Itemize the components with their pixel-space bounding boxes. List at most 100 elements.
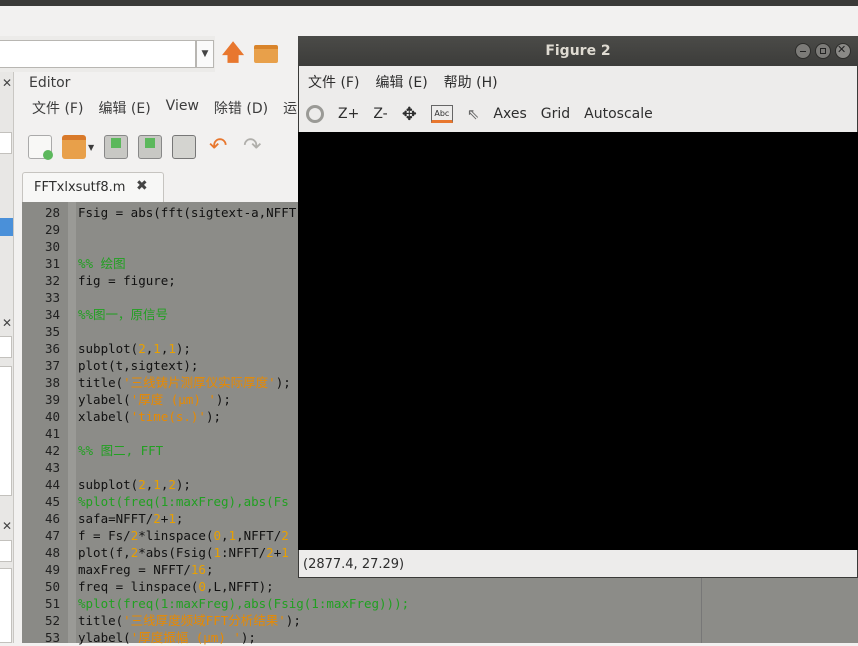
menu-edit[interactable]: 编辑 (E) [98, 98, 150, 118]
code-line[interactable]: maxFreg = NFFT/16; [78, 561, 213, 578]
new-file-icon[interactable] [28, 135, 53, 160]
folder-dropdown-button[interactable]: ▼ [196, 40, 214, 68]
maximize-button[interactable] [815, 43, 831, 59]
chevron-down-icon[interactable]: ▼ [88, 143, 94, 152]
redo-icon[interactable]: ↷ [240, 135, 264, 159]
code-token: %% 绘图 [78, 256, 126, 271]
code-token: ); [175, 477, 191, 492]
code-token: Fsig = abs(fft(sigtext-a,NFFT [78, 205, 297, 220]
menu-run[interactable]: 运 [283, 98, 297, 118]
save-as-icon[interactable] [138, 135, 163, 159]
code-line[interactable]: safa=NFFT/2+1; [78, 510, 183, 527]
code-line[interactable]: title('三线铸片测厚仪实际厚度'); [78, 374, 291, 391]
zoom-out-button[interactable]: Z- [373, 106, 387, 122]
dock-dropdown[interactable] [0, 132, 12, 154]
dock-list[interactable] [0, 568, 12, 643]
print-icon[interactable] [172, 135, 197, 159]
undo-icon[interactable]: ↶ [206, 135, 230, 159]
close-icon: ✕ [837, 43, 847, 56]
line-number: 52 [44, 613, 60, 628]
code-line[interactable]: subplot(2,1,2); [78, 476, 191, 493]
line-number: 50 [44, 579, 60, 594]
code-line[interactable]: title('三线厚度频域FFT分析结果'); [78, 612, 301, 629]
selected-file-marker[interactable] [0, 218, 13, 236]
code-line[interactable]: f = Fs/2*linspace(0,1,NFFT/2 [78, 527, 289, 544]
line-number: 41 [44, 426, 60, 441]
code-token: 1 [168, 341, 176, 356]
code-line[interactable]: %plot(freq(1:maxFreg),abs(Fsig(1:maxFreg… [78, 595, 409, 612]
menu-file[interactable]: 文件 (F) [32, 98, 83, 118]
code-token: 2 [168, 477, 176, 492]
editor-title: Editor [29, 75, 71, 91]
code-token: 0 [198, 579, 206, 594]
close-tab-icon[interactable]: ✖ [136, 178, 148, 194]
pointer-icon[interactable]: ⇖ [467, 105, 480, 123]
code-line[interactable]: fig = figure; [78, 272, 176, 289]
code-token: subplot( [78, 341, 139, 356]
figure-menubar: 文件 (F) 编辑 (E) 帮助 (H) [308, 72, 498, 92]
code-line[interactable]: subplot(2,1,1); [78, 340, 191, 357]
line-number: 37 [44, 358, 60, 373]
up-arrow-icon[interactable]: 🡅 [221, 42, 245, 66]
code-line[interactable]: Fsig = abs(fft(sigtext-a,NFFT [78, 204, 296, 221]
code-token: xlabel( [78, 409, 131, 424]
code-token: , [221, 528, 229, 543]
figure-menu-file[interactable]: 文件 (F) [308, 72, 359, 92]
code-line[interactable]: %%图一，原信号 [78, 306, 168, 323]
code-token: '三线铸片测厚仪实际厚度' [123, 375, 276, 390]
code-line[interactable]: freq = linspace(0,L,NFFT); [78, 578, 274, 595]
code-token: *linspace( [138, 528, 214, 543]
code-token: title( [78, 613, 124, 628]
folder-icon[interactable] [254, 45, 278, 63]
code-token: '三线厚度频域FFT分析结果' [123, 613, 286, 628]
plot-canvas[interactable] [298, 132, 858, 550]
code-line[interactable]: %% 绘图 [78, 255, 126, 272]
line-number: 51 [44, 596, 60, 611]
open-folder-icon[interactable] [62, 135, 86, 159]
dock-dropdown[interactable] [0, 540, 12, 562]
splitter[interactable] [701, 575, 702, 643]
code-line[interactable]: ylabel('厚度振幅 (μm) '); [78, 629, 256, 646]
code-token: ,L,NFFT); [205, 579, 274, 594]
code-token: %% 图二, FFT [78, 443, 164, 458]
figure-menu-edit[interactable]: 编辑 (E) [375, 72, 427, 92]
figure-menu-help[interactable]: 帮助 (H) [444, 72, 498, 92]
code-line[interactable]: %plot(freq(1:maxFreg),abs(Fs [78, 493, 289, 510]
close-icon[interactable]: ✕ [2, 76, 12, 90]
text-annotation-icon[interactable]: Abc [430, 105, 453, 123]
code-token: 1 [153, 341, 161, 356]
save-icon[interactable] [104, 135, 129, 159]
line-number: 45 [44, 494, 60, 509]
close-icon[interactable]: ✕ [2, 316, 12, 330]
autoscale-button[interactable]: Autoscale [584, 106, 653, 122]
code-line[interactable]: ylabel('厚度 (μm) '); [78, 391, 231, 408]
line-number: 35 [44, 324, 60, 339]
code-token: 16 [190, 562, 206, 577]
line-number: 34 [44, 307, 60, 322]
code-line[interactable]: plot(t,sigtext); [78, 357, 198, 374]
current-folder-input[interactable] [0, 40, 196, 68]
menu-debug[interactable]: 除错 (D) [214, 98, 268, 118]
zoom-in-button[interactable]: Z+ [338, 106, 359, 122]
dock-list[interactable] [0, 366, 12, 496]
line-number: 36 [44, 341, 60, 356]
close-icon[interactable]: ✕ [2, 519, 12, 533]
close-window-button[interactable]: ✕ [835, 43, 851, 59]
line-number: 28 [44, 205, 60, 220]
axes-toggle[interactable]: Axes [493, 106, 526, 122]
code-line[interactable]: xlabel('time(s.)'); [78, 408, 221, 425]
code-token: maxFreg = NFFT/ [78, 562, 191, 577]
code-line[interactable]: %% 图二, FFT [78, 442, 163, 459]
code-token: fig = figure; [78, 273, 176, 288]
code-token: 0 [213, 528, 222, 543]
pan-icon[interactable]: ✥ [402, 104, 417, 125]
code-token: 2 [266, 545, 274, 560]
menu-view[interactable]: View [166, 98, 199, 118]
rotate-icon[interactable] [306, 105, 324, 123]
dock-dropdown[interactable] [0, 336, 12, 358]
minimize-button[interactable] [795, 43, 811, 59]
grid-toggle[interactable]: Grid [541, 106, 570, 122]
code-token: ylabel( [78, 392, 131, 407]
code-line[interactable]: plot(f,2*abs(Fsig(1:NFFT/2+1 [78, 544, 289, 561]
code-token: ,NFFT/ [236, 528, 282, 543]
